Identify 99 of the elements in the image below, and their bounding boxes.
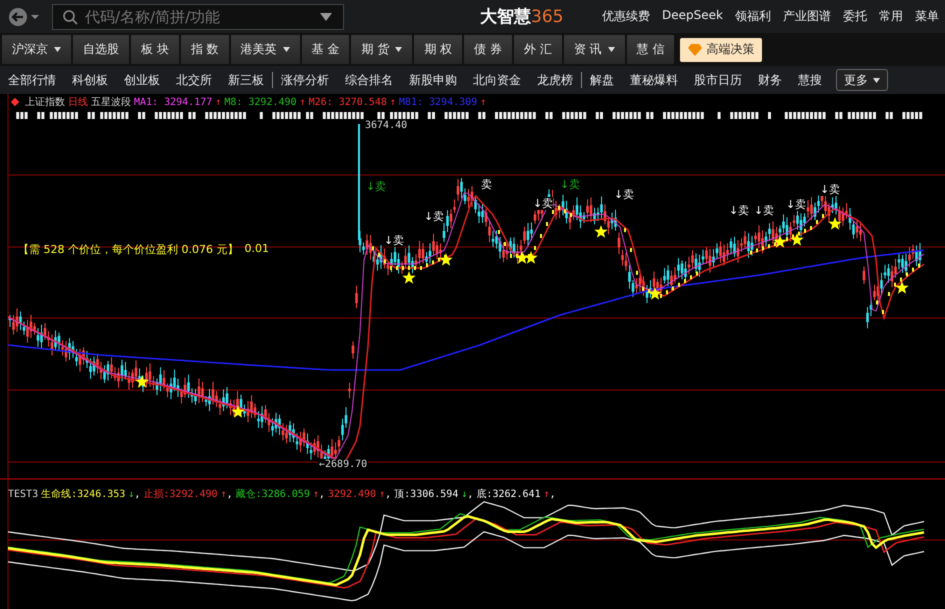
star-icon [594, 225, 608, 238]
header-link[interactable]: DeepSeek [662, 8, 723, 25]
star-icon [402, 271, 416, 284]
market-tab[interactable]: 板 块 [131, 35, 179, 64]
star-icon [439, 253, 453, 266]
header-link[interactable]: 常用 [879, 8, 903, 25]
sell-signal: ↓卖 [820, 183, 840, 196]
market-link[interactable]: 龙虎榜 [529, 72, 581, 88]
market-link[interactable]: 综合排名 [337, 72, 401, 88]
header-link[interactable]: 产业图谱 [783, 8, 831, 25]
header-link[interactable]: 委托 [843, 8, 867, 25]
separator-comma: , [385, 488, 392, 500]
search-icon [62, 8, 78, 24]
market-link[interactable]: 北交所 [168, 72, 220, 88]
header-link[interactable]: 菜单 [915, 8, 939, 25]
market-tab[interactable]: 港美英 [230, 35, 300, 64]
market-link[interactable]: 科创板 [64, 72, 116, 88]
diamond-icon [688, 44, 702, 56]
ma-value: M26: 3270.548 [308, 96, 387, 108]
indicator-value: 顶:3306.594 [394, 488, 458, 501]
star-icon [773, 235, 787, 248]
premium-button[interactable]: 高端决策 [680, 38, 762, 62]
chart-title: 日线 [68, 96, 88, 109]
separator-comma: , [134, 488, 140, 500]
indicator-value: 生命线:3246.353 [41, 488, 126, 501]
dropdown-caret-icon[interactable] [320, 12, 332, 20]
market-link[interactable]: 北向资金 [465, 72, 529, 88]
header-link[interactable]: 优惠续费 [602, 8, 650, 25]
trend-arrow: ↑ [220, 488, 227, 500]
trend-arrow: ↑ [300, 96, 306, 108]
market-tab[interactable]: 资 讯 [564, 35, 625, 64]
trend-arrow: ↑ [312, 488, 319, 500]
market-link[interactable]: 涨停分析 [273, 72, 337, 88]
market-link[interactable]: 新三板 [220, 72, 272, 88]
sell-signal: ↓卖 [754, 204, 774, 217]
market-tab[interactable]: 沪深京 [2, 35, 71, 64]
sell-signal: ↓卖 [560, 178, 580, 191]
caret-icon [873, 78, 880, 82]
ma-value: MA1: 3294.177 [134, 96, 212, 108]
sell-signal: ↓卖 [533, 197, 554, 210]
market-tab[interactable]: 慧 信 [626, 35, 674, 64]
star-icon [231, 405, 245, 418]
trend-arrow: ↑ [379, 488, 386, 500]
market-link[interactable]: 全部行情 [0, 72, 64, 88]
star-icon [790, 233, 804, 246]
indicator-value: 藏仓:3286.059 [236, 488, 310, 501]
trend-arrow: ↑ [215, 96, 222, 108]
market-link[interactable]: 财务 [750, 72, 790, 88]
separator-comma: , [550, 488, 556, 500]
star-icon [828, 217, 842, 230]
sell-signal: ↓卖 [614, 188, 634, 201]
chart-title: 上证指数 [25, 96, 65, 109]
market-tab[interactable]: 基 金 [302, 35, 350, 64]
market-link[interactable]: 股市日历 [686, 72, 750, 88]
sell-signal: ↓卖 [384, 234, 404, 247]
tick-size-value: 0.01 [244, 242, 269, 257]
sell-signal: ↓卖 [424, 210, 444, 223]
market-tab[interactable]: 期 权 [414, 35, 462, 64]
trend-arrow: ↑ [480, 96, 486, 108]
trend-arrow: ↓ [128, 488, 134, 500]
market-link[interactable]: 解盘 [582, 72, 622, 88]
star-icon [515, 251, 529, 264]
chart-title: 五星波段 [91, 96, 131, 109]
header-link[interactable]: 领福利 [735, 8, 771, 25]
sell-signal: ↓卖 [786, 198, 806, 211]
market-link[interactable]: 新股申购 [401, 72, 465, 88]
separator-comma: , [226, 488, 233, 500]
market-tab[interactable]: 自选股 [73, 35, 129, 64]
market-link[interactable]: 董秘爆料 [622, 72, 686, 88]
star-icon [135, 375, 149, 388]
sell-signal: 卖 [481, 178, 492, 191]
market-tab[interactable]: 期 货 [351, 35, 412, 64]
indicator-value: 底:3262.641 [476, 488, 541, 501]
indicator-value: 止损:3292.490 [143, 488, 218, 501]
market-link[interactable]: 慧搜 [790, 72, 830, 88]
market-tab[interactable]: 指 数 [180, 35, 229, 64]
market-tab[interactable]: 债 券 [464, 35, 512, 64]
app-logo: 大智慧365 [480, 6, 564, 28]
star-icon [648, 287, 662, 300]
ma-value: M8: 3292.490 [224, 96, 297, 108]
ma-value: M81: 3294.309 [398, 96, 478, 108]
indicator-value: 3292.490 [328, 488, 376, 500]
sell-signal: ↓卖 [366, 180, 386, 193]
diamond-marker-icon [10, 98, 20, 106]
separator-comma: , [318, 488, 325, 500]
separator-comma: , [467, 488, 474, 500]
low-price-label: ←2689.70 [318, 459, 368, 470]
high-price-label: 3674.40 [364, 120, 408, 131]
star-icon [895, 281, 909, 294]
more-button[interactable]: 更多 [836, 69, 888, 91]
sell-signal: ↓卖 [729, 204, 750, 217]
market-tab[interactable]: 外 汇 [514, 35, 562, 64]
trend-arrow: ↓ [461, 488, 468, 500]
profit-note: 【需 528 个价位，每个价位盈利 0.076 元】 [18, 242, 238, 257]
search-field[interactable]: 代码/名称/简拼/功能 [52, 4, 344, 30]
star-icon [524, 251, 538, 264]
market-link[interactable]: 创业板 [116, 72, 168, 88]
trend-arrow: ↑ [544, 488, 550, 500]
trend-arrow: ↑ [390, 96, 396, 108]
